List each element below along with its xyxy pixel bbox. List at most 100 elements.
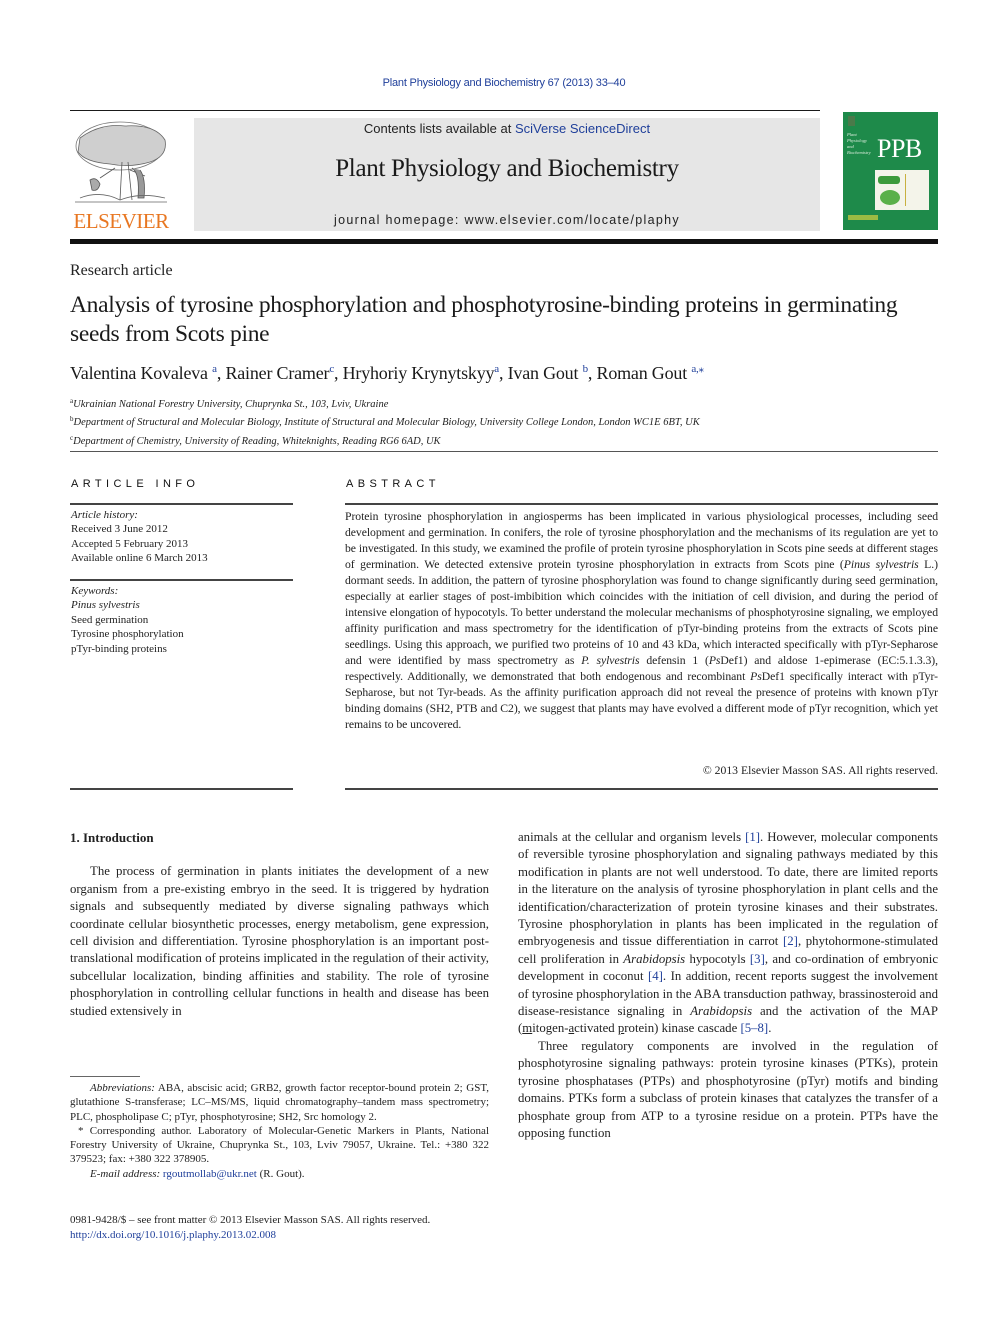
- front-matter-notice: 0981-9428/$ – see front matter © 2013 El…: [70, 1214, 431, 1226]
- affiliation-text: Department of Chemistry, University of R…: [73, 435, 441, 447]
- abstract-copyright: © 2013 Elsevier Masson SAS. All rights r…: [702, 764, 938, 777]
- affiliation-ref[interactable]: a: [212, 363, 217, 375]
- corresponding-author-footnote: * Corresponding author. Laboratory of Mo…: [70, 1124, 489, 1166]
- affiliation-ref[interactable]: a,⁎: [691, 363, 704, 375]
- affiliation-ref[interactable]: a: [494, 363, 499, 375]
- author-name[interactable]: Rainer Cramer: [225, 363, 329, 383]
- contents-line: Contents lists available at SciVerse Sci…: [194, 121, 820, 136]
- abbreviations-label: Abbreviations:: [90, 1082, 155, 1094]
- article-info-rule: [70, 579, 293, 581]
- doi-link[interactable]: http://dx.doi.org/10.1016/j.plaphy.2013.…: [70, 1229, 276, 1241]
- cover-subtitle: Plant Physiology and Biochemistry: [847, 132, 871, 156]
- history-item: Accepted 5 February 2013: [71, 537, 188, 550]
- body-column-left: 1. Introduction The process of germinati…: [70, 829, 489, 1020]
- text-span: animals at the cellular and organism lev…: [518, 830, 746, 844]
- journal-cover[interactable]: Plant Physiology and Biochemistry PPB: [843, 112, 938, 230]
- body-paragraph: The process of germination in plants ini…: [70, 864, 489, 1018]
- history-item: Received 3 June 2012: [71, 523, 168, 536]
- elsevier-tree-icon: [75, 121, 167, 203]
- keywords-label: Keywords:: [71, 585, 119, 597]
- text-span: rotein) kinase cascade: [624, 1021, 741, 1036]
- keyword: pTyr-binding proteins: [71, 642, 167, 655]
- cover-publisher-icon: [848, 116, 855, 126]
- abstract-italic: Pinus sylvestris: [843, 558, 919, 571]
- keyword: Tyrosine phosphorylation: [71, 628, 184, 641]
- article-info-rule: [70, 503, 293, 505]
- history-item: Available online 6 March 2013: [71, 552, 208, 565]
- body-paragraph: Three regulatory components are involved…: [518, 1038, 938, 1140]
- header-rule: [70, 110, 820, 111]
- affiliation-ref[interactable]: c: [329, 363, 334, 375]
- affiliation-text: Department of Structural and Molecular B…: [73, 417, 700, 429]
- elsevier-logo[interactable]: ELSEVIER: [70, 118, 172, 234]
- journal-title: Plant Physiology and Biochemistry: [335, 155, 679, 182]
- reference-link[interactable]: [4]: [648, 969, 663, 983]
- journal-homepage-link[interactable]: journal homepage: www.elsevier.com/locat…: [194, 213, 820, 227]
- abstract-italic: Ps: [708, 654, 721, 667]
- footnotes: Abbreviations: ABA, abscisic acid; GRB2,…: [70, 1081, 489, 1181]
- section-rule: [70, 451, 938, 452]
- reference-link[interactable]: [2]: [783, 934, 798, 948]
- header-thick-rule: [70, 239, 938, 244]
- text-span: .: [768, 1021, 772, 1036]
- text-span: . However, molecular components of rever…: [518, 830, 938, 949]
- elsevier-wordmark: ELSEVIER: [73, 209, 169, 233]
- sciencedirect-link[interactable]: SciVerse ScienceDirect: [515, 121, 650, 136]
- abstract-text: Protein tyrosine phosphorylation in angi…: [345, 509, 938, 733]
- author-name[interactable]: Hryhoriy Krynytskyy: [343, 363, 495, 383]
- italic-span: Arabidopsis: [623, 951, 686, 966]
- cover-abbrev: PPB: [877, 134, 922, 163]
- article-history: Article history: Received 3 June 2012 Ac…: [71, 508, 208, 566]
- affiliations: aUkrainian National Forestry University,…: [70, 394, 700, 449]
- italic-span: Arabidopsis: [690, 1004, 753, 1019]
- affiliation-text: Ukrainian National Forestry University, …: [73, 399, 389, 410]
- affiliation: bDepartment of Structural and Molecular …: [70, 412, 700, 430]
- text-span: ctivated: [574, 1021, 618, 1036]
- email-link[interactable]: rgoutmollab@ukr.net: [163, 1168, 257, 1180]
- author-name[interactable]: Valentina Kovaleva: [70, 363, 208, 383]
- affiliation-ref[interactable]: b: [583, 363, 589, 375]
- author-list: Valentina Kovaleva a, Rainer Cramerc, Hr…: [70, 363, 704, 383]
- abstract-italic: Ps: [750, 670, 762, 683]
- keywords: Keywords: Pinus sylvestris Seed germinat…: [71, 584, 184, 656]
- body-paragraph: animals at the cellular and organism lev…: [518, 829, 938, 1038]
- journal-masthead: Contents lists available at SciVerse Sci…: [194, 118, 820, 231]
- section-heading: 1. Introduction: [70, 830, 154, 845]
- cover-leaf-icon: [878, 176, 900, 184]
- underlined-span: m: [522, 1021, 533, 1036]
- reference-link[interactable]: [3]: [750, 952, 765, 966]
- cover-diagram: [905, 174, 927, 206]
- email-footnote: E-mail address: rgoutmollab@ukr.net (R. …: [70, 1167, 489, 1181]
- author-name[interactable]: Ivan Gout: [508, 363, 579, 383]
- affiliation: cDepartment of Chemistry, University of …: [70, 431, 700, 449]
- abstract-italic: P. sylvestris: [581, 654, 640, 667]
- journal-citation-link[interactable]: Plant Physiology and Biochemistry 67 (20…: [0, 77, 992, 89]
- article-history-label: Article history:: [71, 509, 138, 521]
- reference-link[interactable]: [5–8]: [740, 1021, 768, 1035]
- keyword: Seed germination: [71, 613, 149, 626]
- abstract-label: ABSTRACT: [346, 478, 440, 490]
- author-name[interactable]: Roman Gout: [597, 363, 688, 383]
- cover-illustration: [875, 170, 929, 210]
- front-matter: 0981-9428/$ – see front matter © 2013 El…: [70, 1213, 430, 1243]
- footnote-rule: [70, 1076, 140, 1077]
- cover-badge: [848, 215, 878, 220]
- text-span: hypocotyls: [685, 951, 750, 966]
- abstract-bottom-rule: [345, 788, 938, 790]
- keyword: Pinus sylvestris: [71, 599, 140, 612]
- article-info-label: ARTICLE INFO: [71, 478, 200, 490]
- article-info-bottom-rule: [70, 788, 293, 790]
- article-type: Research article: [70, 262, 173, 279]
- abbreviations-footnote: Abbreviations: ABA, abscisic acid; GRB2,…: [70, 1081, 489, 1124]
- cover-subtitle-line: Biochemistry: [847, 150, 871, 155]
- email-label: E-mail address:: [90, 1167, 161, 1180]
- reference-link[interactable]: [1]: [745, 830, 760, 844]
- body-column-right: animals at the cellular and organism lev…: [518, 829, 938, 1142]
- abstract-span: L.) dormant seeds. In addition, the patt…: [345, 558, 938, 667]
- email-suffix: (R. Gout).: [256, 1167, 305, 1180]
- text-span: itogen-: [532, 1021, 569, 1036]
- abstract-rule: [345, 503, 938, 505]
- abstract-span: defensin 1 (: [639, 654, 709, 667]
- contents-prefix: Contents lists available at: [363, 121, 515, 136]
- cover-leaf-icon: [880, 190, 900, 205]
